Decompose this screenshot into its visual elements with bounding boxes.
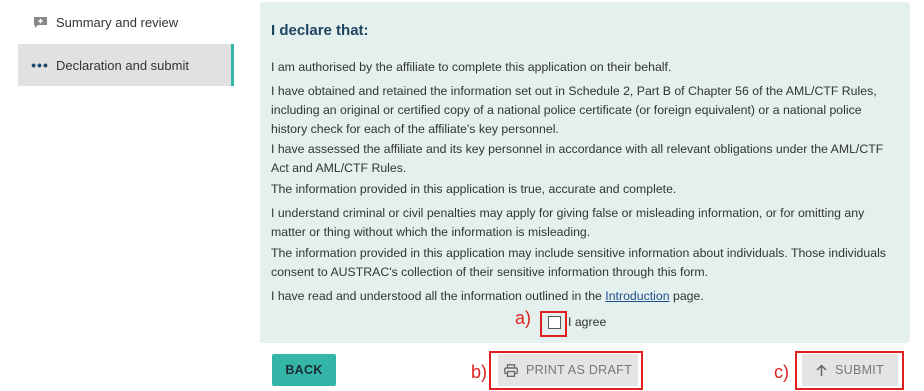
add-comment-icon bbox=[32, 15, 48, 29]
annotation-label-c: c) bbox=[774, 362, 789, 382]
declaration-statement: The information provided in this applica… bbox=[271, 246, 886, 279]
annotation-label-b: b) bbox=[471, 362, 488, 382]
declaration-statement: I understand criminal or civil penalties… bbox=[271, 206, 865, 239]
ellipsis-icon: ••• bbox=[31, 57, 49, 73]
back-button-label: BACK bbox=[285, 363, 323, 377]
sidebar-item-label: Declaration and submit bbox=[56, 57, 189, 73]
introduction-link[interactable]: Introduction bbox=[605, 289, 669, 303]
sidebar: Summary and review ••• Declaration and s… bbox=[0, 0, 240, 391]
back-button[interactable]: BACK bbox=[272, 354, 336, 386]
sidebar-item-summary-and-review[interactable]: Summary and review bbox=[18, 1, 234, 43]
statement-text: I have read and understood all the infor… bbox=[271, 289, 606, 303]
annotation-box-b bbox=[489, 351, 643, 390]
declaration-statement: I have assessed the affiliate and its ke… bbox=[271, 142, 884, 175]
declaration-statement: I have obtained and retained the informa… bbox=[271, 84, 877, 136]
declaration-statement-introduction: I have read and understood all the infor… bbox=[271, 287, 886, 306]
declaration-statement: The information provided in this applica… bbox=[271, 182, 677, 196]
agree-label: I agree bbox=[568, 315, 607, 329]
annotation-box-a bbox=[540, 311, 567, 337]
annotation-label-a: a) bbox=[515, 308, 532, 328]
annotation-box-c bbox=[795, 351, 904, 390]
declaration-panel: I declare that: I am authorised by the a… bbox=[260, 2, 910, 343]
statement-text: page. bbox=[669, 289, 704, 303]
sidebar-item-declaration-and-submit[interactable]: ••• Declaration and submit bbox=[18, 44, 234, 86]
sidebar-item-label: Summary and review bbox=[56, 14, 179, 30]
declaration-statement: I am authorised by the affiliate to comp… bbox=[271, 60, 672, 74]
declaration-title: I declare that: bbox=[271, 22, 369, 39]
